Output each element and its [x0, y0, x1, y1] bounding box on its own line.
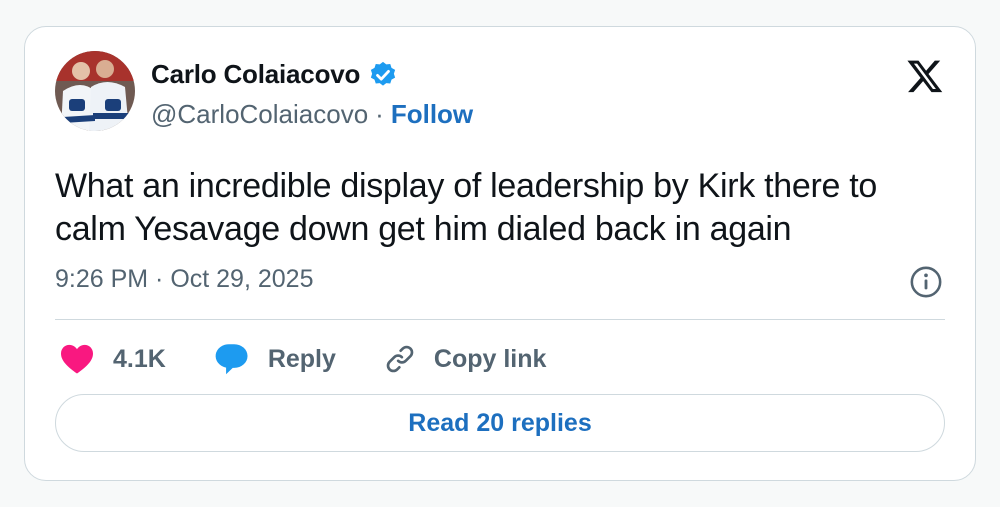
avatar-photo-image — [55, 51, 135, 131]
author-handle-row: @CarloColaiacovo · Follow — [151, 99, 473, 130]
author-avatar[interactable] — [55, 51, 135, 131]
reply-button[interactable]: Reply — [214, 342, 336, 376]
tweet-text: What an incredible display of leadership… — [55, 167, 878, 248]
like-button[interactable]: 4.1K — [59, 343, 166, 375]
read-replies-label: Read 20 replies — [408, 408, 592, 437]
like-count: 4.1K — [113, 344, 166, 373]
heart-icon — [61, 344, 93, 374]
author-handle[interactable]: @CarloColaiacovo — [151, 99, 368, 130]
read-replies-button[interactable]: Read 20 replies — [55, 394, 945, 452]
info-icon[interactable] — [909, 265, 943, 299]
copy-link-button[interactable]: Copy link — [384, 343, 547, 375]
follow-button[interactable]: Follow — [391, 99, 473, 130]
tweet-timestamp[interactable]: 9:26 PM · Oct 29, 2025 — [55, 265, 313, 294]
copy-link-label: Copy link — [433, 344, 547, 373]
separator-dot: · — [375, 99, 384, 129]
tweet-actions-bar: 4.1K Reply Copy link — [59, 339, 594, 379]
divider — [55, 319, 945, 320]
reply-label: Reply — [267, 344, 336, 373]
embedded-tweet-card: Carlo Colaiacovo @CarloColaiacovo · Foll… — [24, 26, 976, 481]
author-name-row: Carlo Colaiacovo — [151, 59, 398, 90]
verified-badge-icon — [371, 61, 396, 86]
speech-bubble-icon — [215, 344, 248, 375]
author-display-name[interactable]: Carlo Colaiacovo — [151, 59, 360, 90]
x-logo-icon[interactable] — [905, 57, 945, 95]
link-icon — [386, 345, 414, 373]
